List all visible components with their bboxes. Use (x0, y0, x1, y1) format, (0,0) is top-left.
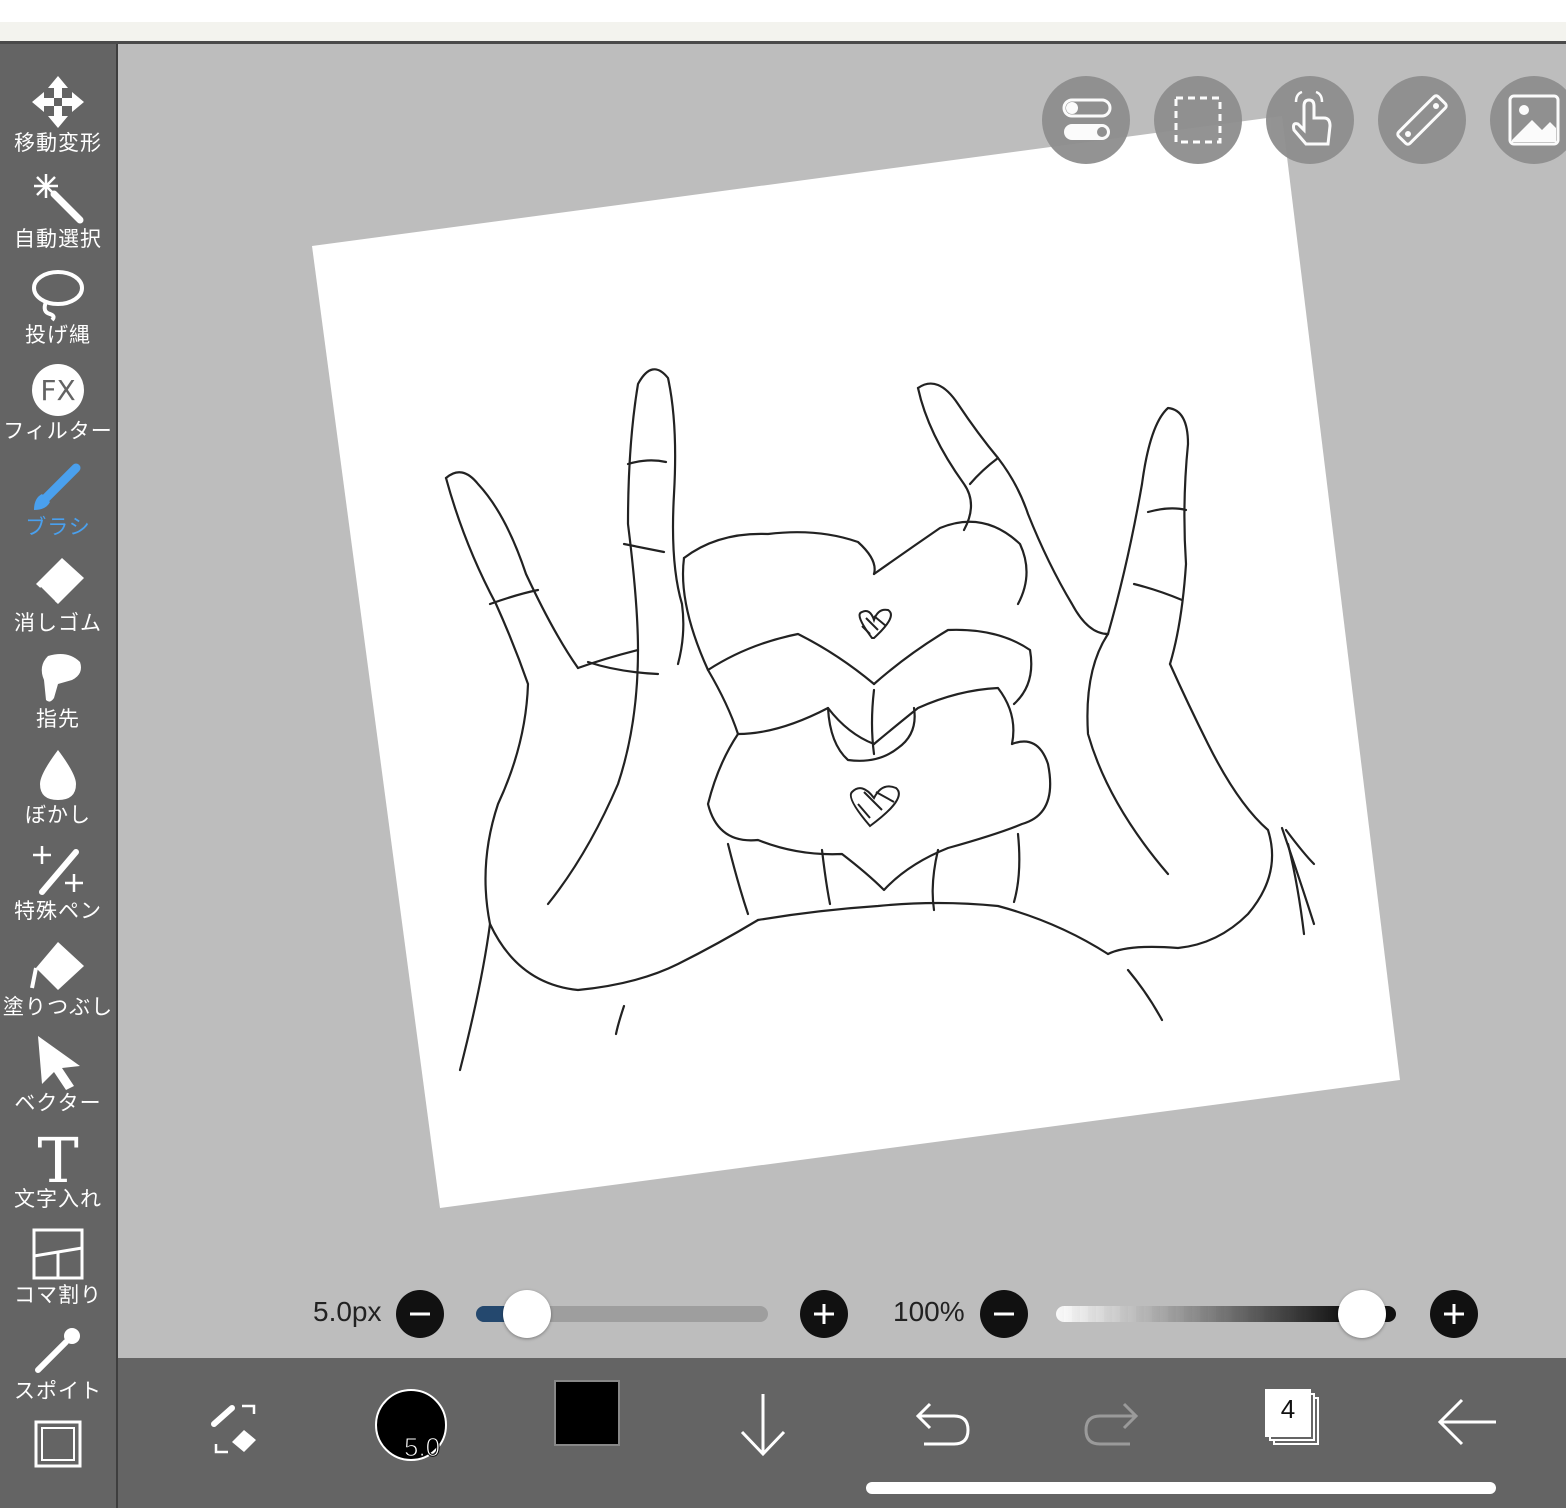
dashed-selection-icon (1174, 96, 1222, 144)
arrow-left-icon (1437, 1398, 1496, 1446)
svg-text:T: T (37, 1130, 78, 1186)
redo-button[interactable] (1070, 1380, 1160, 1470)
eraser-icon (36, 558, 84, 604)
layer-down-button[interactable] (718, 1380, 808, 1470)
tool-label: ぼかし (25, 803, 91, 827)
toggle-settings-button[interactable] (1042, 76, 1130, 164)
ruler-button[interactable] (1378, 76, 1466, 164)
tool-finger[interactable]: 指先 (0, 648, 116, 744)
tool-label: ベクター (14, 1091, 102, 1115)
undo-button[interactable] (894, 1380, 984, 1470)
canvas-workspace[interactable] (118, 44, 1566, 1358)
arrow-down-icon (740, 1394, 786, 1457)
move-arrows-icon (32, 76, 84, 128)
svg-text:FX: FX (40, 374, 75, 407)
tool-label: 塗りつぶし (2, 995, 114, 1019)
tool-brush[interactable]: ブラシ (0, 456, 116, 552)
material-button[interactable] (1490, 76, 1566, 164)
minus-icon (410, 1312, 430, 1316)
layers-count: 4 (1280, 1394, 1296, 1424)
tool-label: 投げ縄 (25, 323, 91, 347)
selection-button[interactable] (1154, 76, 1242, 164)
brush-size-increase-button[interactable] (800, 1290, 848, 1338)
redo-icon (1084, 1402, 1139, 1446)
finger-smudge-icon (41, 654, 81, 702)
tool-label: スポイト (14, 1379, 102, 1403)
lasso-icon (32, 270, 84, 322)
opacity-decrease-button[interactable] (980, 1290, 1028, 1338)
tool-special-pen[interactable]: 特殊ペン (0, 840, 116, 936)
tool-filter[interactable]: FX フィルター (0, 360, 116, 456)
tool-canvas[interactable] (0, 1416, 116, 1508)
opacity-value: 100% (893, 1296, 965, 1327)
canvas-frame-icon (34, 1420, 82, 1468)
fx-icon: FX (32, 364, 84, 416)
layers-button[interactable]: 4 (1246, 1380, 1336, 1470)
brush-sliders: 5.0px 100% (0, 1280, 1566, 1350)
drop-icon (40, 750, 76, 800)
cursor-arrow-icon (38, 1036, 80, 1090)
tool-eraser[interactable]: 消しゴム (0, 552, 116, 648)
toggle-switches-icon (1062, 98, 1112, 140)
tool-move-transform[interactable]: 移動変形 (0, 72, 116, 168)
text-t-icon: T (37, 1130, 78, 1186)
back-button[interactable] (1422, 1380, 1512, 1470)
tool-text[interactable]: T 文字入れ (0, 1128, 116, 1224)
drawing-canvas[interactable] (118, 44, 1566, 1358)
tool-label: 自動選択 (14, 227, 102, 251)
bucket-icon (30, 942, 84, 990)
touch-hand-icon (1292, 90, 1332, 146)
tool-blur[interactable]: ぼかし (0, 744, 116, 840)
magic-wand-icon (34, 174, 84, 224)
tool-fill[interactable]: 塗りつぶし (0, 936, 116, 1032)
opacity-increase-button[interactable] (1430, 1290, 1478, 1338)
brush-size-value: 5.0px (313, 1296, 382, 1327)
tool-label: 文字入れ (14, 1187, 102, 1211)
bottom-toolbar: 5.0 4 (118, 1358, 1566, 1508)
app-window: 移動変形 自動選択 投げ縄 FX フィルター ブラシ 消しゴム 指先 ぼかし 特… (0, 0, 1566, 1508)
tool-label: 消しゴム (14, 611, 102, 635)
tool-auto-select[interactable]: 自動選択 (0, 168, 116, 264)
image-material-icon (1508, 94, 1560, 146)
opacity-knob[interactable] (1338, 1290, 1386, 1338)
brush-preview-button[interactable]: 5.0 (366, 1380, 456, 1470)
brush-preview-label: 5.0 (403, 1432, 441, 1463)
brush-size-knob[interactable] (503, 1290, 552, 1338)
tool-label: 特殊ペン (14, 899, 102, 923)
plus-icon (814, 1304, 834, 1324)
pen-eraser-swap-icon (211, 1404, 256, 1454)
brush-size-decrease-button[interactable] (396, 1290, 444, 1338)
tool-label: フィルター (3, 419, 113, 443)
ruler-icon (1396, 94, 1448, 146)
pen-eraser-swap-button[interactable] (190, 1380, 280, 1470)
top-status-strip (0, 0, 1566, 44)
minus-icon (994, 1312, 1014, 1316)
tool-lasso[interactable]: 投げ縄 (0, 264, 116, 360)
tool-label: 移動変形 (14, 131, 102, 155)
tool-vector[interactable]: ベクター (0, 1032, 116, 1128)
plus-icon (1444, 1304, 1464, 1324)
undo-icon (915, 1402, 970, 1446)
brush-icon (34, 463, 81, 510)
color-swatch-button[interactable] (554, 1380, 620, 1446)
tool-label: ブラシ (25, 515, 91, 539)
touch-button[interactable] (1266, 76, 1354, 164)
home-indicator (866, 1482, 1496, 1494)
sparkle-pen-icon (33, 846, 83, 895)
tool-label: 指先 (36, 707, 80, 731)
panel-divide-icon (32, 1228, 84, 1280)
